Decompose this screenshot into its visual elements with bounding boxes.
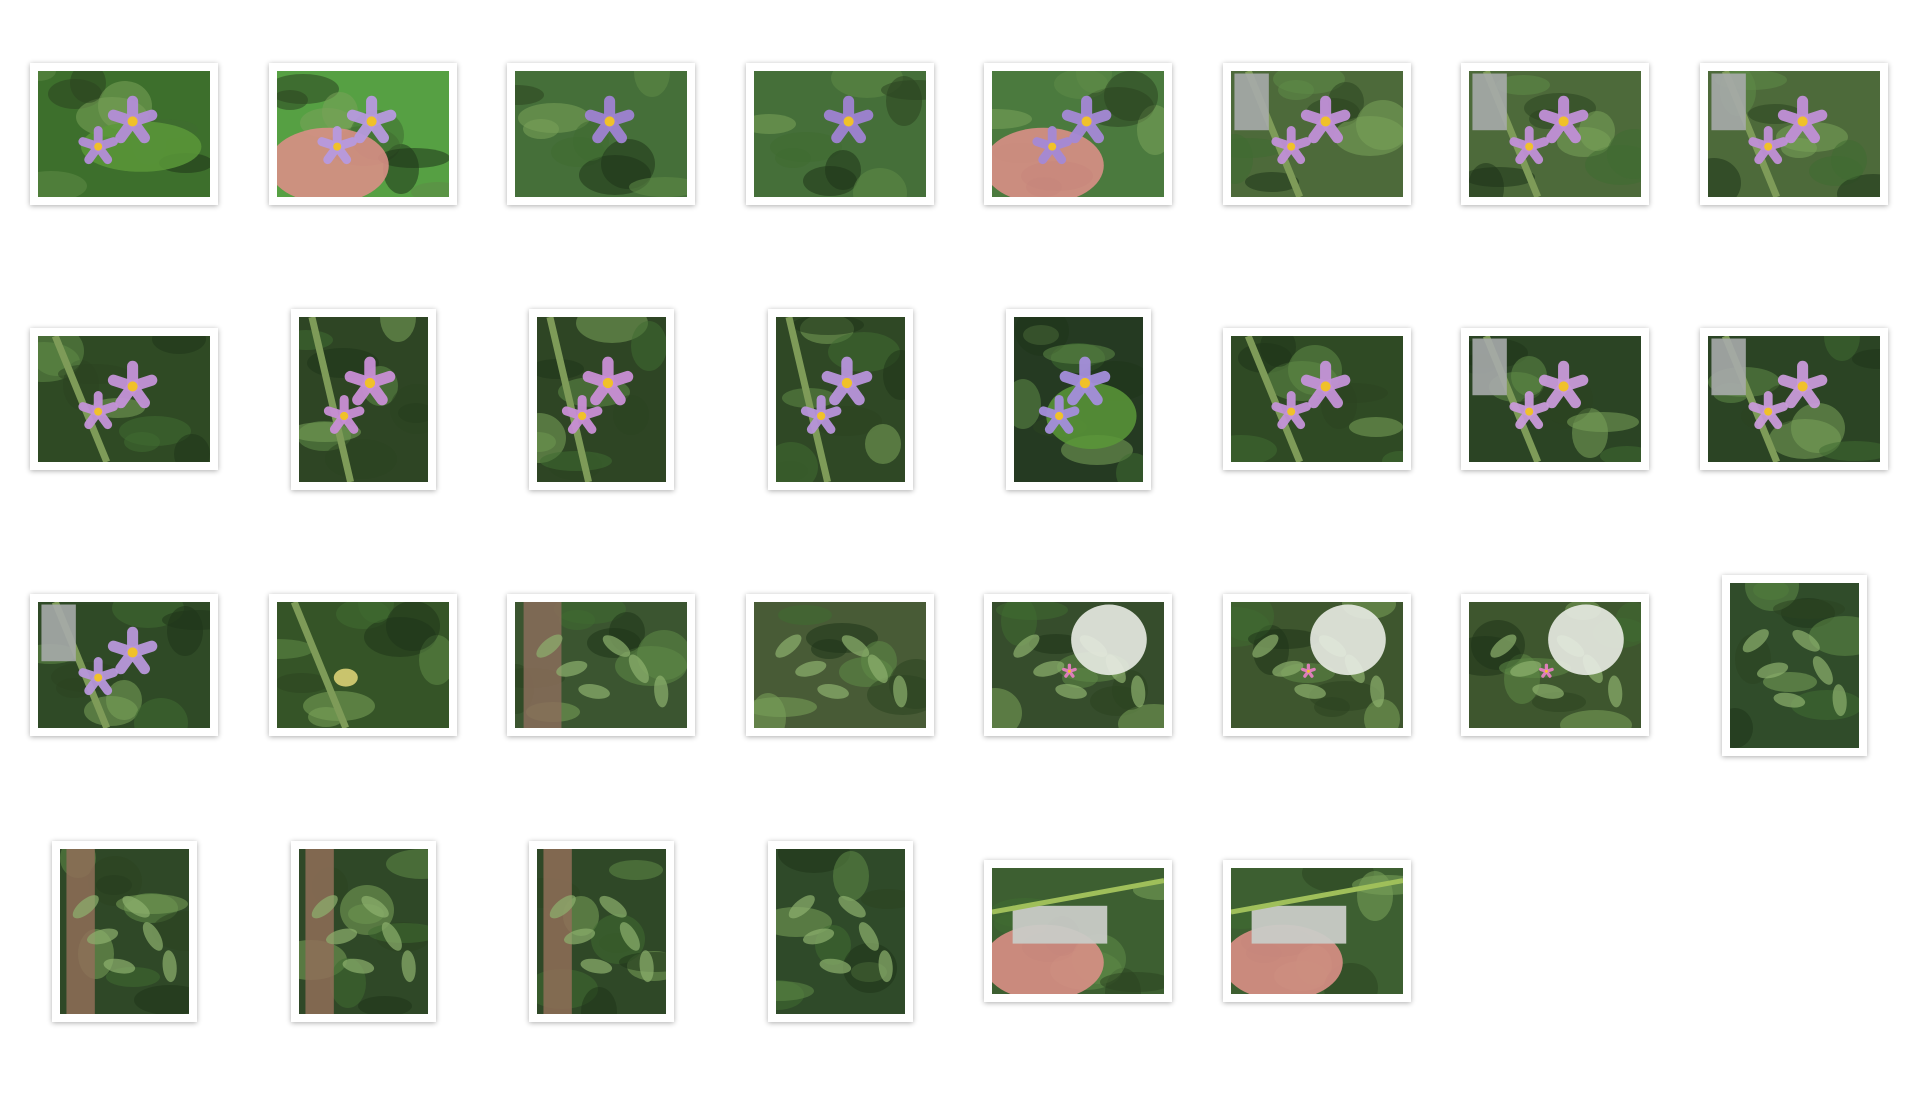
photo-image — [992, 868, 1164, 994]
photo-thumbnail[interactable] — [1223, 63, 1411, 205]
photo-thumbnail[interactable] — [767, 840, 913, 1022]
photo-image — [38, 71, 210, 197]
photo-image — [1469, 336, 1641, 462]
photo-thumbnail[interactable] — [1223, 594, 1411, 736]
photo-thumbnail[interactable] — [1223, 328, 1411, 470]
photo-thumbnail[interactable] — [30, 63, 218, 205]
photo-thumbnail[interactable] — [1005, 308, 1151, 490]
photo-image — [992, 71, 1164, 197]
photo-thumbnail[interactable] — [1721, 574, 1867, 756]
photo-thumbnail[interactable] — [528, 840, 674, 1022]
photo-thumbnail[interactable] — [1461, 63, 1649, 205]
photo-image — [515, 602, 687, 728]
photo-image — [1013, 316, 1143, 482]
photo-image — [1469, 602, 1641, 728]
photo-thumbnail[interactable] — [984, 860, 1172, 1002]
photo-image — [754, 602, 926, 728]
photo-image — [536, 316, 666, 482]
photo-image — [38, 336, 210, 462]
photo-image — [1729, 582, 1859, 748]
photo-image — [754, 71, 926, 197]
photo-thumbnail[interactable] — [1223, 860, 1411, 1002]
photo-thumbnail[interactable] — [290, 308, 436, 490]
photo-image — [38, 602, 210, 728]
photo-thumbnail[interactable] — [1461, 594, 1649, 736]
photo-thumbnail[interactable] — [767, 308, 913, 490]
photo-thumbnail[interactable] — [51, 840, 197, 1022]
photo-image — [775, 848, 905, 1014]
photo-thumbnail[interactable] — [30, 328, 218, 470]
photo-thumbnail[interactable] — [1700, 63, 1888, 205]
photo-thumbnail[interactable] — [30, 594, 218, 736]
photo-image — [298, 848, 428, 1014]
photo-thumbnail[interactable] — [1700, 328, 1888, 470]
photo-thumbnail[interactable] — [1461, 328, 1649, 470]
photo-image — [515, 71, 687, 197]
photo-thumbnail[interactable] — [528, 308, 674, 490]
photo-image — [1708, 71, 1880, 197]
photo-image — [1469, 71, 1641, 197]
photo-image — [59, 848, 189, 1014]
photo-image — [536, 848, 666, 1014]
photo-thumbnail[interactable] — [984, 594, 1172, 736]
photo-thumbnail[interactable] — [746, 63, 934, 205]
photo-thumbnail[interactable] — [746, 594, 934, 736]
photo-image — [1231, 336, 1403, 462]
photo-image — [277, 602, 449, 728]
photo-image — [775, 316, 905, 482]
photo-image — [992, 602, 1164, 728]
photo-image — [1708, 336, 1880, 462]
photo-thumbnail[interactable] — [269, 594, 457, 736]
photo-image — [1231, 868, 1403, 994]
photo-thumbnail[interactable] — [507, 63, 695, 205]
photo-image — [1231, 71, 1403, 197]
photo-image — [277, 71, 449, 197]
photo-image — [1231, 602, 1403, 728]
photo-gallery — [0, 0, 1920, 1111]
photo-thumbnail[interactable] — [290, 840, 436, 1022]
photo-thumbnail[interactable] — [507, 594, 695, 736]
photo-thumbnail[interactable] — [269, 63, 457, 205]
photo-thumbnail[interactable] — [984, 63, 1172, 205]
photo-image — [298, 316, 428, 482]
